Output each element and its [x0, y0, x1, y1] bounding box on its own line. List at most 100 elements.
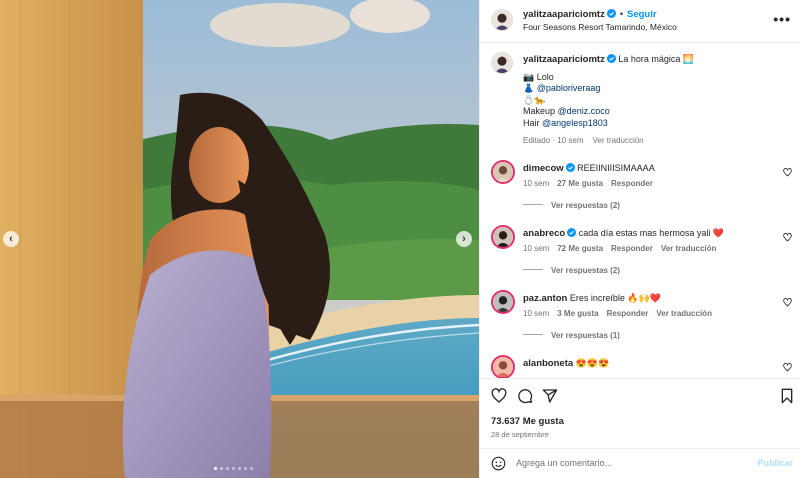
comment-likes[interactable]: 3 Me gusta — [557, 309, 598, 318]
caption-line: 👗 @pabloriveraag — [523, 83, 788, 95]
bookmark-icon[interactable] — [779, 388, 795, 404]
emoji-icon[interactable] — [491, 456, 506, 471]
verified-badge-icon — [567, 228, 577, 237]
carousel-indicator — [214, 467, 253, 470]
comment-time: 10 sem — [523, 244, 550, 253]
comment-username[interactable]: paz.anton — [523, 293, 567, 304]
comment-text: cada día estas mas hermosa yali ❤️ — [578, 228, 725, 238]
carousel-next-button[interactable]: › — [456, 231, 472, 247]
comment-like-icon[interactable] — [783, 168, 792, 177]
post-header: yalitzaapariciomtz • Seguir Four Seasons R… — [480, 0, 800, 43]
replies-divider — [523, 204, 543, 205]
replies-divider — [523, 334, 543, 335]
hair-label: Hair — [523, 117, 540, 128]
camera-emoji: 📷 — [523, 71, 537, 82]
comment-item: alanboneta 😍😍😍 — [491, 355, 796, 378]
caption-username[interactable]: yalitzaapariciomtz — [523, 54, 605, 65]
comment-like-icon[interactable] — [783, 363, 792, 372]
post-photo[interactable]: ‹ › — [0, 0, 479, 478]
author-username[interactable]: yalitzaapariciomtz — [523, 9, 605, 20]
caption-line: Hair @angelesp1803 — [523, 118, 788, 130]
makeup-handle-link[interactable]: @deniz.coco — [558, 106, 610, 116]
comment-like-icon[interactable] — [783, 233, 792, 242]
caption-photographer: Lolo — [536, 71, 554, 82]
view-replies-button[interactable]: Ver respuestas (1) — [523, 331, 620, 340]
comment-like-icon[interactable] — [783, 298, 792, 307]
comment-item: anabreco cada día estas mas hermosa yali… — [491, 225, 796, 285]
chevron-left-icon: ‹ — [9, 232, 13, 245]
separator-dot: • — [619, 9, 623, 19]
carousel-dot — [250, 467, 253, 470]
comment-input[interactable]: Agrega un comentario... — [516, 458, 612, 468]
follow-button[interactable]: Seguir — [627, 9, 657, 20]
comment-meta: 10 sem 72 Me gusta Responder Ver traducción — [523, 244, 724, 253]
carousel-prev-button[interactable]: ‹ — [3, 231, 19, 247]
reply-button[interactable]: Responder — [607, 309, 649, 318]
post-actions: 73.637 Me gusta 28 de septiembre — [480, 378, 800, 448]
comment-username[interactable]: anabreco — [523, 228, 565, 239]
replies-divider — [523, 269, 543, 270]
comment-text: Eres increíble 🔥🙌❤️ — [569, 293, 662, 303]
avatar[interactable] — [491, 225, 515, 249]
view-replies-button[interactable]: Ver respuestas (2) — [523, 201, 620, 210]
comment-text-line: dimecow REEIINIIISIMAAAA — [523, 163, 655, 174]
carousel-dot — [220, 467, 223, 470]
comment-item: dimecow REEIINIIISIMAAAA 10 sem 27 Me gus… — [491, 160, 796, 220]
likes-count[interactable]: 73.637 Me gusta — [491, 416, 564, 427]
caption-line: 📷 Lolo — [523, 72, 788, 84]
avatar[interactable] — [491, 355, 515, 378]
caption-meta: Editado · 10 sem Ver traducción — [523, 135, 788, 147]
view-replies-button[interactable]: Ver respuestas (2) — [523, 266, 620, 275]
reply-button[interactable]: Responder — [611, 244, 653, 253]
dress-emoji: 👗 — [523, 83, 537, 94]
chevron-right-icon: › — [462, 232, 466, 245]
comment-meta: 10 sem 27 Me gusta Responder — [523, 179, 661, 188]
avatar[interactable] — [491, 9, 513, 31]
caption-accessories: 💍🐆 — [523, 94, 546, 105]
view-replies-label: Ver respuestas (2) — [551, 201, 620, 210]
makeup-label: Makeup — [523, 106, 556, 117]
carousel-dot — [238, 467, 241, 470]
avatar[interactable] — [491, 52, 513, 74]
see-translation-button[interactable]: Ver traducción — [592, 136, 643, 145]
hair-handle-link[interactable]: @angelesp1803 — [542, 118, 608, 128]
caption-title-line: yalitzaapariciomtz La hora mágica 🌅 — [523, 54, 788, 66]
comment-icon[interactable] — [517, 388, 533, 404]
reply-button[interactable]: Responder — [611, 179, 653, 188]
heart-icon[interactable] — [491, 388, 507, 404]
comment-time: 10 sem — [523, 309, 550, 318]
location-link[interactable]: Four Seasons Resort Tamarindo, México — [523, 22, 677, 32]
carousel-dot — [244, 467, 247, 470]
author-line: yalitzaapariciomtz • Seguir — [523, 9, 657, 20]
view-replies-label: Ver respuestas (2) — [551, 266, 620, 275]
avatar[interactable] — [491, 290, 515, 314]
more-options-button[interactable]: ••• — [773, 11, 791, 27]
caption-line: 💍🐆 — [523, 95, 788, 107]
post-details-panel: yalitzaapariciomtz • Seguir Four Seasons R… — [479, 0, 800, 478]
paper-plane-icon[interactable] — [542, 388, 558, 404]
comment-composer: Agrega un comentario... Publicar — [480, 448, 800, 478]
caption-stylist-link[interactable]: @pabloriveraag — [537, 83, 601, 93]
comment-likes[interactable]: 72 Me gusta — [557, 244, 603, 253]
carousel-dot — [214, 467, 217, 470]
comment-text-line: anabreco cada día estas mas hermosa yali… — [523, 228, 724, 239]
comment-text-line: paz.anton Eres increíble 🔥🙌❤️ — [523, 293, 661, 304]
see-translation-button[interactable]: Ver traducción — [661, 244, 717, 253]
comments-list[interactable]: yalitzaapariciomtz La hora mágica 🌅 📷 Lo… — [480, 44, 800, 378]
comment-username[interactable]: dimecow — [523, 163, 564, 174]
see-translation-button[interactable]: Ver traducción — [656, 309, 712, 318]
view-replies-label: Ver respuestas (1) — [551, 331, 620, 340]
post-date: 28 de septiembre — [491, 430, 549, 439]
publish-button[interactable]: Publicar — [757, 458, 793, 468]
caption-title: La hora mágica 🌅 — [618, 54, 695, 64]
comment-likes[interactable]: 27 Me gusta — [557, 179, 603, 188]
avatar[interactable] — [491, 160, 515, 184]
carousel-dot — [226, 467, 229, 470]
verified-badge-icon — [606, 9, 616, 18]
comment-text-line: alanboneta 😍😍😍 — [523, 358, 609, 369]
comment-username[interactable]: alanboneta — [523, 358, 573, 369]
caption-edited-time: Editado · 10 sem — [523, 135, 584, 145]
caption-body: yalitzaapariciomtz La hora mágica 🌅 📷 Lo… — [523, 54, 788, 146]
caption-line: Makeup @deniz.coco — [523, 106, 788, 118]
comment-text: 😍😍😍 — [575, 358, 610, 368]
